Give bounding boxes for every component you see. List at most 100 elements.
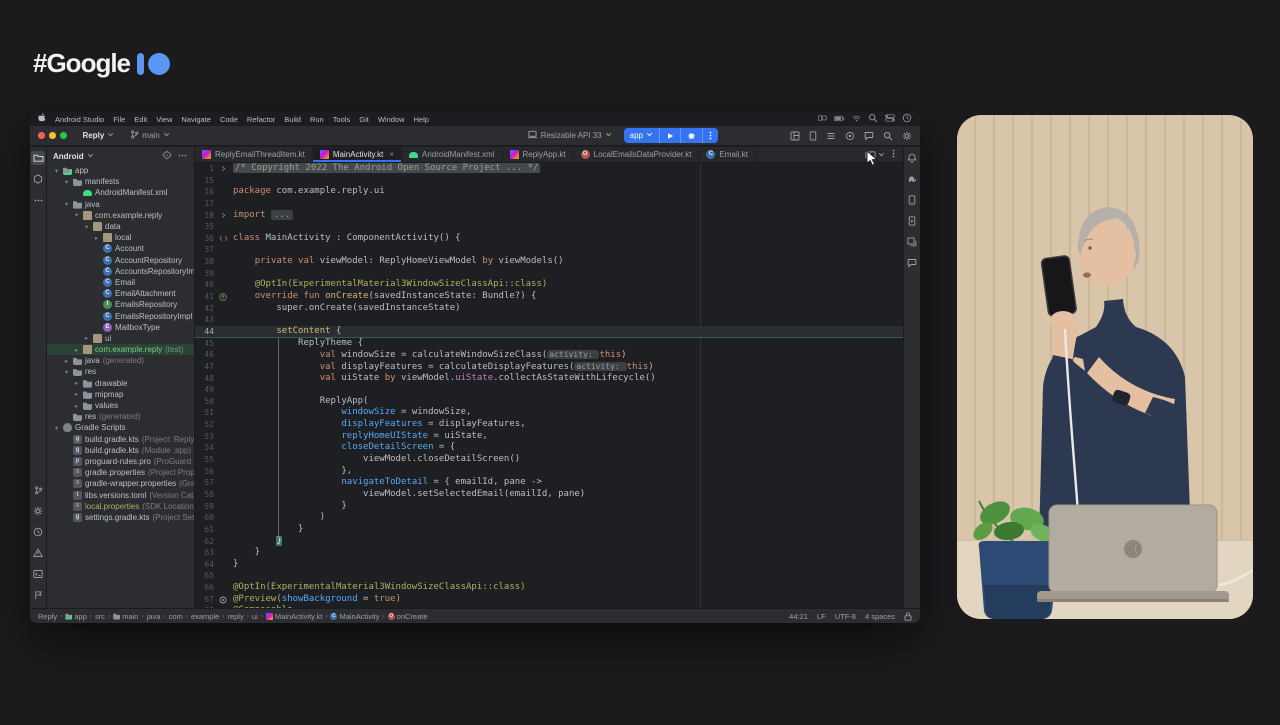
tree-item-local[interactable]: ▸local	[47, 232, 194, 243]
project-icon[interactable]	[31, 151, 45, 165]
breadcrumb-item-reply[interactable]: reply	[227, 612, 243, 621]
tree-item-emailsrepositoryimpl[interactable]: CEmailsRepositoryImpl	[47, 310, 194, 321]
code-line[interactable]: 45 ReplyTheme {	[195, 338, 903, 350]
assistant-icon[interactable]	[905, 256, 919, 270]
window-controls[interactable]	[38, 132, 67, 139]
tree-item-local-properties[interactable]: ≡local.properties (SDK Location)	[47, 501, 194, 512]
code-line[interactable]: 56 },	[195, 466, 903, 478]
code-line[interactable]: 51 windowSize = windowSize,	[195, 407, 903, 419]
more-icon[interactable]	[31, 193, 45, 207]
spotlight-icon[interactable]	[868, 113, 878, 125]
run-button[interactable]	[659, 128, 680, 143]
services-icon[interactable]	[31, 504, 45, 518]
tree-item-mipmap[interactable]: ▸mipmap	[47, 389, 194, 400]
tab-mainactivity-kt[interactable]: MainActivity.kt×	[313, 147, 402, 162]
wifi-icon[interactable]	[852, 115, 861, 124]
breadcrumb-item-main[interactable]: main	[113, 612, 138, 621]
code-line[interactable]: 47 val displayFeatures = calculateDispla…	[195, 361, 903, 373]
zoom-window-button[interactable]	[60, 132, 67, 139]
tree-item-data[interactable]: ▾data	[47, 221, 194, 232]
code-line[interactable]: 18import ...	[195, 210, 903, 222]
menu-item-android-studio[interactable]: Android Studio	[55, 115, 104, 124]
menu-item-git[interactable]: Git	[359, 115, 369, 124]
code-line[interactable]: 52 displayFeatures = displayFeatures,	[195, 419, 903, 431]
breadcrumb-item-src[interactable]: src	[95, 612, 105, 621]
code-line[interactable]: 44 setContent {	[195, 326, 903, 338]
version-control-icon[interactable]	[31, 483, 45, 497]
editor-options-icon[interactable]	[892, 148, 895, 161]
menu-item-view[interactable]: View	[156, 115, 172, 124]
tree-item-java[interactable]: ▸java (generated)	[47, 355, 194, 366]
bookmarks-icon[interactable]	[31, 588, 45, 602]
tree-item-gradle-wrapper-properties[interactable]: ≡gradle-wrapper.properties (Gradle Versi…	[47, 478, 194, 489]
device-mirroring-icon[interactable]	[809, 131, 817, 141]
code-line[interactable]: 53 replyHomeUIState = uiState,	[195, 431, 903, 443]
code-line[interactable]: 40 @OptIn(ExperimentalMaterial3WindowSiz…	[195, 279, 903, 291]
code-line[interactable]: 36class MainActivity : ComponentActivity…	[195, 233, 903, 245]
tree-item-gradle-scripts[interactable]: ▾Gradle Scripts	[47, 422, 194, 433]
code-editor[interactable]: 1/* Copyright 2022 The Android Open Sour…	[195, 163, 903, 608]
menu-item-build[interactable]: Build	[284, 115, 301, 124]
code-line[interactable]: 39	[195, 268, 903, 280]
menu-item-run[interactable]: Run	[310, 115, 324, 124]
breadcrumb-item-reply[interactable]: Reply	[38, 612, 57, 621]
code-line[interactable]: 16package com.example.reply.ui	[195, 186, 903, 198]
tree-item-email[interactable]: CEmail	[47, 277, 194, 288]
code-line[interactable]: 49	[195, 384, 903, 396]
more-run-options-button[interactable]	[702, 128, 718, 143]
menu-item-tools[interactable]: Tools	[333, 115, 351, 124]
code-line[interactable]: 50 ReplyApp(	[195, 396, 903, 408]
code-line[interactable]: 41 override fun onCreate(savedInstanceSt…	[195, 291, 903, 303]
menu-item-file[interactable]: File	[113, 115, 125, 124]
status-file-encoding[interactable]: UTF-8	[835, 612, 856, 621]
menu-item-help[interactable]: Help	[414, 115, 429, 124]
history-icon[interactable]	[31, 525, 45, 539]
layout-inspector-icon[interactable]	[790, 131, 800, 141]
code-line[interactable]: 65	[195, 570, 903, 582]
breadcrumb-item-mainactivity-kt[interactable]: MainActivity.kt	[266, 612, 322, 621]
panel-options-icon[interactable]	[177, 150, 188, 162]
tree-item-emailattachment[interactable]: CEmailAttachment	[47, 288, 194, 299]
tree-item-libs-versions-toml[interactable]: tlibs.versions.toml (Version Catalog)	[47, 489, 194, 500]
code-line[interactable]: 54 closeDetailScreen = {	[195, 442, 903, 454]
code-line[interactable]: 63 }	[195, 547, 903, 559]
code-line[interactable]: 46 val windowSize = calculateWindowSizeC…	[195, 349, 903, 361]
code-line[interactable]: 48 val uiState by viewModel.uiState.coll…	[195, 373, 903, 385]
tree-item-accountrepository[interactable]: CAccountRepository	[47, 255, 194, 266]
problems-icon[interactable]	[31, 546, 45, 560]
tree-item-com-example-reply[interactable]: ▾com.example.reply	[47, 210, 194, 221]
tree-item-manifests[interactable]: ▾manifests	[47, 176, 194, 187]
tab-replyapp-kt[interactable]: ReplyApp.kt	[503, 147, 574, 162]
settings-icon[interactable]	[902, 131, 912, 141]
stage-manager-icon[interactable]	[818, 114, 827, 124]
code-line[interactable]: 38 private val viewModel: ReplyHomeViewM…	[195, 256, 903, 268]
code-line[interactable]: 1/* Copyright 2022 The Android Open Sour…	[195, 163, 903, 175]
tree-item-build-gradle-kts[interactable]: gbuild.gradle.kts (Project: Reply)	[47, 434, 194, 445]
tab-replyemailthreaditem-kt[interactable]: ReplyEmailThreadItem.kt	[195, 147, 313, 162]
code-line[interactable]: 64}	[195, 559, 903, 571]
code-line[interactable]: 43	[195, 314, 903, 326]
code-line[interactable]: 66@OptIn(ExperimentalMaterial3WindowSize…	[195, 582, 903, 594]
notifications-icon[interactable]	[905, 151, 919, 165]
tree-item-accountsrepositoryimpl[interactable]: CAccountsRepositoryImpl	[47, 266, 194, 277]
profiler-icon[interactable]	[845, 131, 855, 141]
vcs-branch-widget[interactable]: main	[126, 128, 173, 143]
breadcrumb-item-example[interactable]: example	[191, 612, 219, 621]
menu-item-refactor[interactable]: Refactor	[247, 115, 275, 124]
select-opened-file-icon[interactable]	[162, 150, 172, 162]
breadcrumb-item-com[interactable]: com	[169, 612, 183, 621]
logcat-icon[interactable]	[826, 131, 836, 141]
running-devices-icon[interactable]	[905, 214, 919, 228]
tree-item-values[interactable]: ▸values	[47, 400, 194, 411]
menu-item-window[interactable]: Window	[378, 115, 405, 124]
project-widget[interactable]: Reply	[79, 129, 119, 142]
tree-item-build-gradle-kts[interactable]: gbuild.gradle.kts (Module :app)	[47, 445, 194, 456]
mark-gutter-icon[interactable]	[217, 233, 229, 245]
status-caret-position[interactable]: 44:21	[789, 612, 808, 621]
fold-gutter-icon[interactable]	[217, 163, 229, 175]
debug-button[interactable]	[680, 128, 702, 143]
minimize-window-button[interactable]	[49, 132, 56, 139]
tree-item-settings-gradle-kts[interactable]: gsettings.gradle.kts (Project Settings)	[47, 512, 194, 523]
device-manager-icon[interactable]	[905, 193, 919, 207]
tree-item-emailsrepository[interactable]: IEmailsRepository	[47, 299, 194, 310]
